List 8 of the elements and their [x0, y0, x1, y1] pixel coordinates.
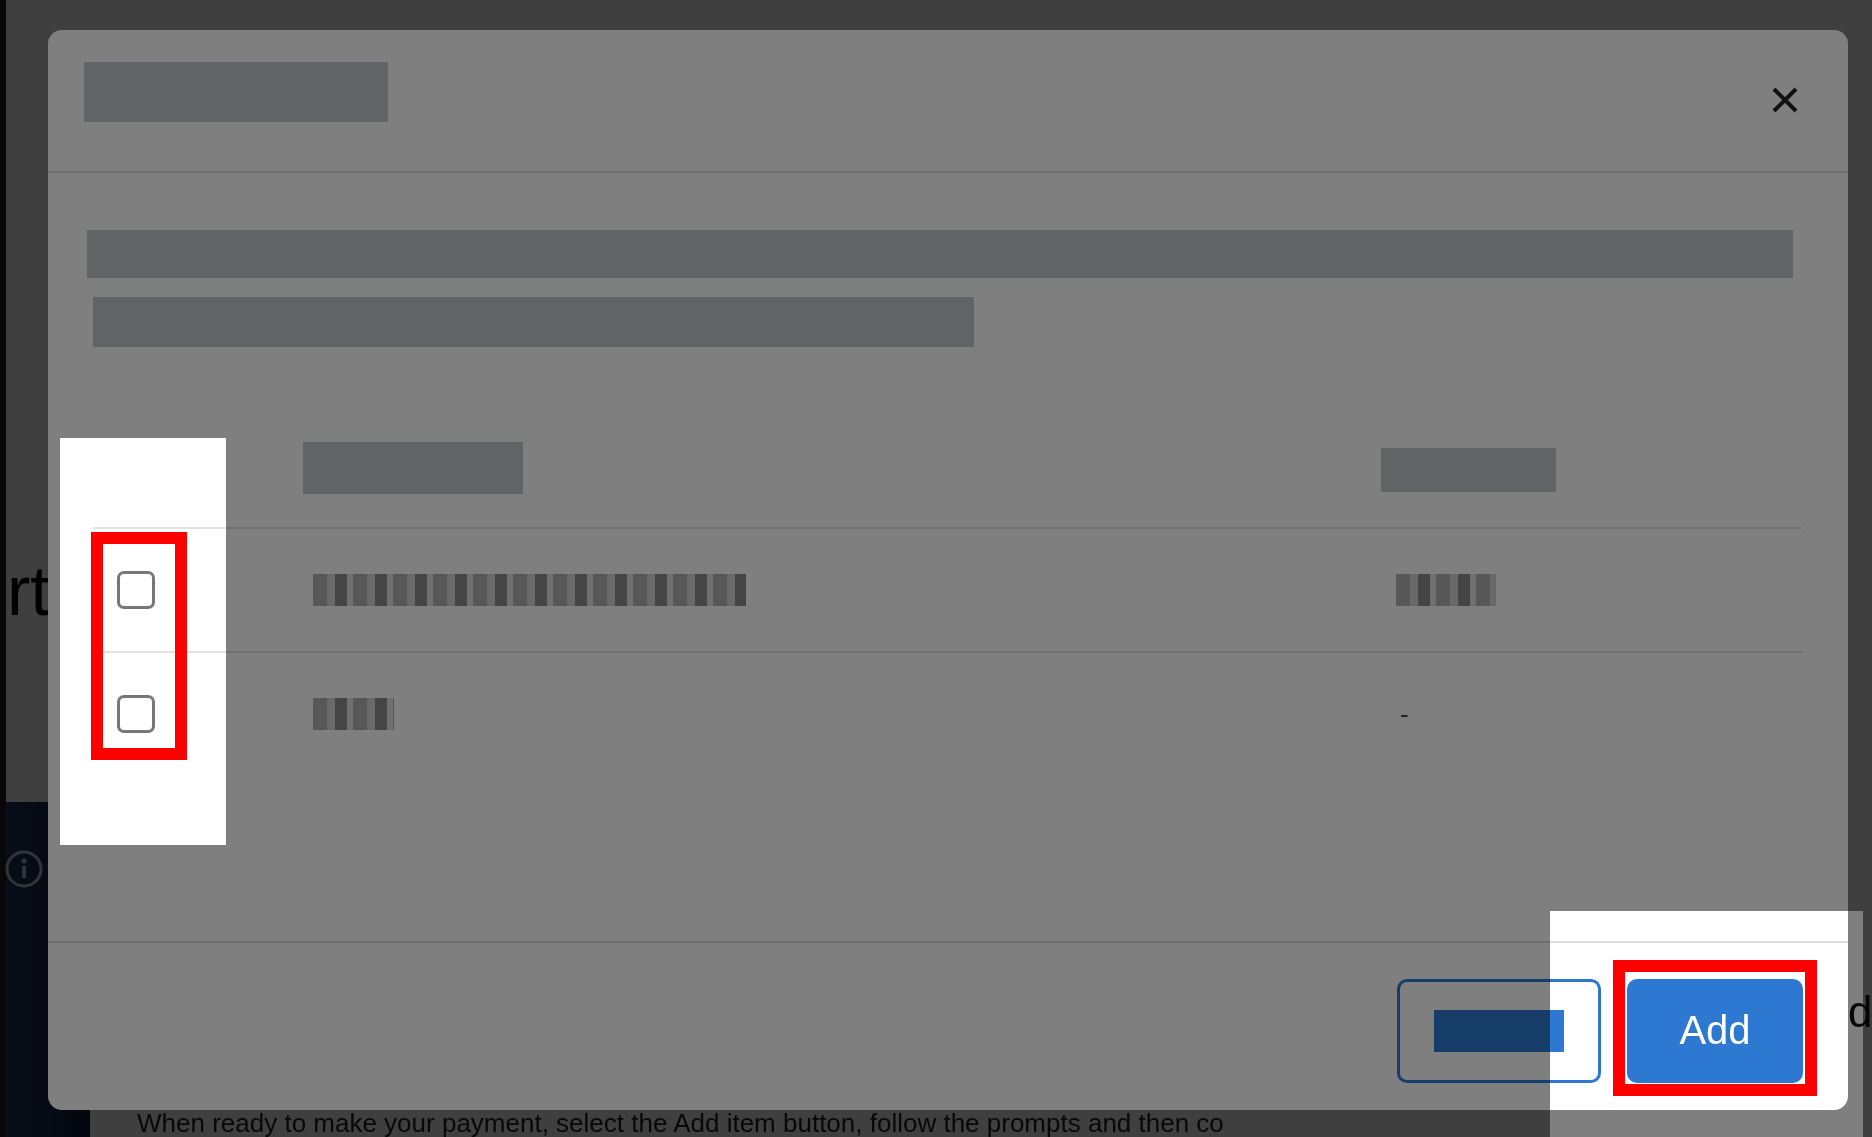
row-checkbox[interactable]	[117, 571, 155, 609]
add-button[interactable]: Add	[1627, 978, 1803, 1083]
page-text: d	[1848, 990, 1872, 1034]
row-checkbox[interactable]	[117, 695, 155, 733]
info-icon	[4, 849, 44, 889]
page-heading: rt	[7, 556, 50, 626]
cancel-button[interactable]	[1397, 978, 1601, 1083]
table-cell: -	[1400, 698, 1409, 729]
